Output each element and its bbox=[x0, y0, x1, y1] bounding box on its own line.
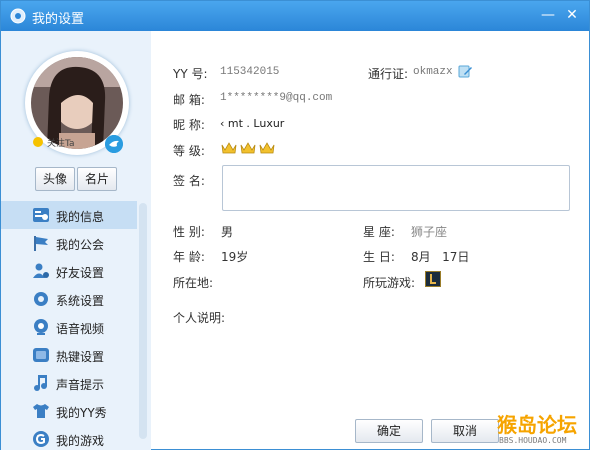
sidebar-item-label: 好友设置 bbox=[56, 266, 105, 280]
watermark-main: 猴岛论坛 bbox=[497, 413, 577, 437]
zodiac-label: 星 座: bbox=[363, 225, 395, 239]
crown-icon bbox=[240, 142, 256, 154]
follow-heart-icon bbox=[33, 137, 43, 147]
yy-number-label: YY 号: bbox=[173, 67, 208, 81]
sidebar-item-hotkeys[interactable]: 热键设置 bbox=[1, 341, 137, 369]
signature-input[interactable] bbox=[222, 165, 570, 211]
sidebar-item-label: 声音提示 bbox=[56, 378, 105, 392]
email-label: 邮 箱: bbox=[173, 93, 205, 107]
sidebar-item-system-settings[interactable]: 系统设置 bbox=[1, 285, 137, 313]
league-game-icon[interactable] bbox=[425, 271, 441, 287]
title-bar[interactable]: 我的设置 — ✕ bbox=[1, 1, 589, 31]
gear-icon bbox=[10, 8, 26, 24]
gender-value: 男 bbox=[221, 225, 234, 239]
crown-icon bbox=[259, 142, 275, 154]
friends-gear-icon bbox=[33, 263, 49, 278]
settings-window: 我的设置 — ✕ 关注Ta 头像 名片 我的信息 我的公会 好友设置 系统设置 … bbox=[0, 0, 590, 450]
age-label: 年 龄: bbox=[173, 250, 205, 264]
sidebar-item-label: 语音视频 bbox=[56, 322, 105, 336]
watermark: 猴岛论坛 BBS.HOUDAO.COM bbox=[497, 409, 589, 449]
watermark-url: BBS.HOUDAO.COM bbox=[499, 436, 567, 445]
cancel-button[interactable]: 取消 bbox=[431, 419, 499, 443]
ok-button[interactable]: 确定 bbox=[355, 419, 423, 443]
sidebar-item-my-guild[interactable]: 我的公会 bbox=[1, 229, 137, 257]
sidebar-item-label: 系统设置 bbox=[56, 294, 105, 308]
window-title: 我的设置 bbox=[32, 12, 85, 27]
sidebar-item-sound-alerts[interactable]: 声音提示 bbox=[1, 369, 137, 397]
gear-icon bbox=[34, 292, 48, 306]
sidebar-item-label: 我的游戏 bbox=[56, 434, 105, 448]
sidebar-item-voice-video[interactable]: 语音视频 bbox=[1, 313, 137, 341]
games-label: 所玩游戏: bbox=[363, 276, 416, 290]
music-note-icon bbox=[34, 375, 47, 391]
flag-icon bbox=[34, 236, 48, 251]
zodiac-value: 狮子座 bbox=[411, 225, 448, 239]
signature-label: 签 名: bbox=[173, 174, 205, 188]
sidebar-item-friend-settings[interactable]: 好友设置 bbox=[1, 257, 137, 285]
game-icon bbox=[33, 431, 49, 447]
personal-description-label: 个人说明: bbox=[173, 311, 226, 325]
sidebar-item-my-games[interactable]: 我的游戏 bbox=[1, 425, 137, 450]
location-label: 所在地: bbox=[173, 276, 214, 290]
card-button[interactable]: 名片 bbox=[77, 167, 117, 191]
weibo-bird-icon[interactable] bbox=[105, 135, 123, 153]
sidebar-item-label: 我的YY秀 bbox=[56, 406, 107, 420]
nickname-value: ‹ mt . Luxur bbox=[220, 117, 285, 130]
hotkey-icon bbox=[33, 348, 49, 362]
age-value: 19岁 bbox=[221, 250, 249, 264]
sidebar-item-yy-show[interactable]: 我的YY秀 bbox=[1, 397, 137, 425]
webcam-icon bbox=[34, 319, 48, 335]
sidebar-scrollbar[interactable] bbox=[139, 203, 147, 439]
profile-card-icon bbox=[33, 208, 49, 222]
sidebar-item-label: 热键设置 bbox=[56, 350, 105, 364]
minimize-button[interactable]: — bbox=[537, 5, 559, 25]
passport-value: okmazx bbox=[413, 66, 453, 78]
passport-label: 通行证: bbox=[368, 67, 409, 81]
avatar-button[interactable]: 头像 bbox=[35, 167, 75, 191]
nickname-label: 昵 称: bbox=[173, 118, 205, 132]
yy-number-value: 115342015 bbox=[220, 66, 280, 78]
level-label: 等 级: bbox=[173, 144, 205, 158]
shirt-icon bbox=[33, 404, 49, 418]
follow-label: 关注Ta bbox=[47, 139, 75, 149]
birthday-value: 8月 17日 bbox=[411, 250, 470, 264]
gender-label: 性 别: bbox=[173, 225, 205, 239]
sidebar-item-label: 我的公会 bbox=[56, 238, 105, 252]
sidebar-item-label: 我的信息 bbox=[56, 210, 105, 224]
sidebar: 关注Ta 头像 名片 我的信息 我的公会 好友设置 系统设置 语音视频 热键设置… bbox=[1, 31, 151, 450]
birthday-label: 生 日: bbox=[363, 250, 395, 264]
sidebar-item-my-info[interactable]: 我的信息 bbox=[1, 201, 137, 229]
email-value: 1********9@qq.com bbox=[220, 92, 333, 104]
edit-icon[interactable] bbox=[458, 64, 473, 79]
close-button[interactable]: ✕ bbox=[561, 5, 583, 25]
crown-icon bbox=[221, 142, 237, 154]
league-logo-mark bbox=[430, 274, 436, 284]
